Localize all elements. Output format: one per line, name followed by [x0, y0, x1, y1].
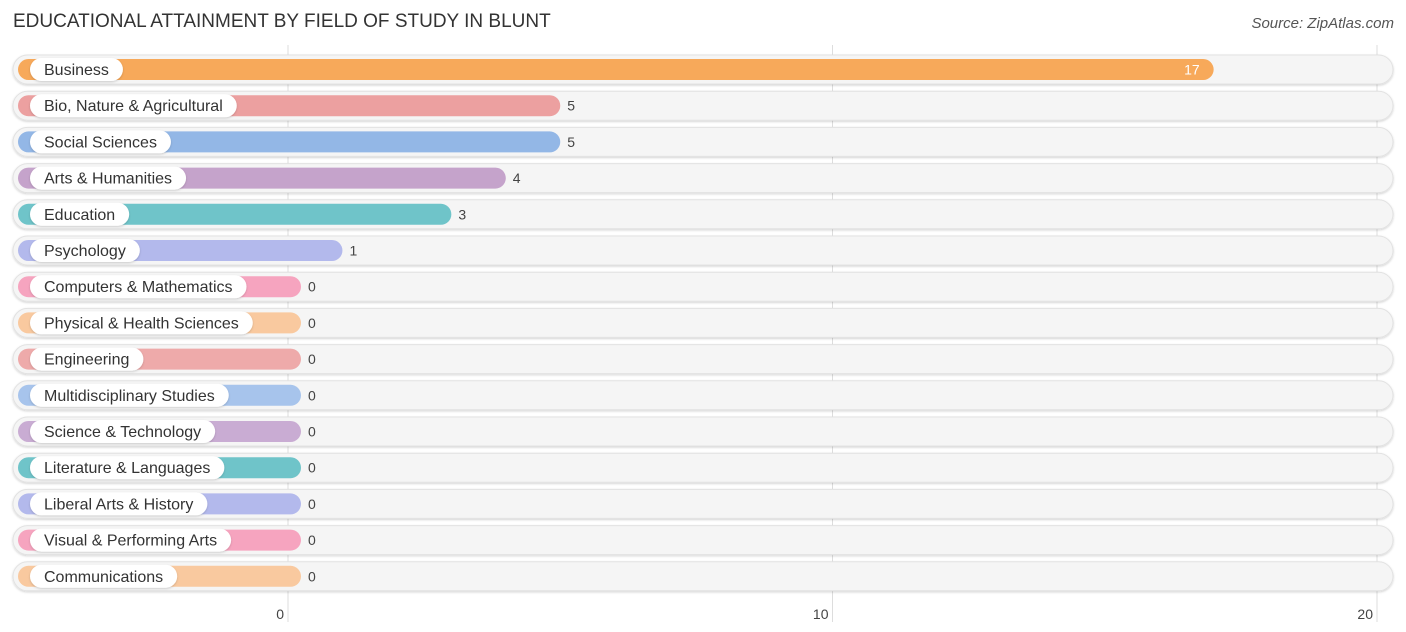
bar-value-label: 0: [308, 315, 316, 331]
bar-row: Engineering 0: [12, 344, 1394, 375]
bar-row: Science & Technology 0: [12, 416, 1394, 447]
x-tick-label: 20: [1357, 606, 1373, 622]
x-tick-label: 10: [813, 606, 829, 622]
bar-category-label: Physical & Health Sciences: [44, 315, 239, 332]
bar-value-label: 5: [567, 134, 575, 150]
bar-category-label: Multidisciplinary Studies: [44, 388, 215, 405]
bar-value-label: 17: [1184, 62, 1200, 78]
bar-value-label: 0: [308, 424, 316, 440]
bar-value-label: 1: [349, 243, 357, 259]
bar-row: Bio, Nature & Agricultural 5: [12, 90, 1394, 121]
bar-value-label: 5: [567, 98, 575, 114]
bar-category-label: Bio, Nature & Agricultural: [44, 98, 223, 115]
bar-value-label: 0: [308, 496, 316, 512]
bar-category-label: Engineering: [44, 352, 129, 369]
bar-value-label: 0: [308, 460, 316, 476]
bar-category-label: Psychology: [44, 243, 126, 260]
bar-row: Arts & Humanities 4: [12, 163, 1394, 194]
bar-category-label: Computers & Mathematics: [44, 279, 233, 296]
bar-value-label: 3: [458, 206, 466, 222]
bar-category-label: Business: [44, 62, 109, 79]
bar-category-label: Visual & Performing Arts: [44, 533, 217, 550]
bar-row: Liberal Arts & History 0: [12, 488, 1394, 519]
bar-value-label: 0: [308, 387, 316, 403]
bar-row: Multidisciplinary Studies 0: [12, 380, 1394, 411]
bar-row: Literature & Languages 0: [12, 452, 1394, 483]
bar-row: Visual & Performing Arts 0: [12, 525, 1394, 556]
bar-row: Education 3: [12, 199, 1394, 230]
bar-category-label: Arts & Humanities: [44, 171, 172, 188]
bar-value-label: 0: [308, 351, 316, 367]
bar-row: Psychology 1: [12, 235, 1394, 266]
bar-category-label: Liberal Arts & History: [44, 496, 193, 513]
bar-value-label: 0: [308, 568, 316, 584]
bar-category-label: Communications: [44, 569, 163, 586]
bar-row: Communications 0: [12, 561, 1394, 592]
bar-category-label: Science & Technology: [44, 424, 201, 441]
bar-row: Computers & Mathematics 0: [12, 271, 1394, 302]
bar-row: Business 17: [12, 54, 1394, 85]
bar-row: Physical & Health Sciences 0: [12, 307, 1394, 338]
bar-value-label: 4: [513, 170, 521, 186]
bar-chart: Business 17Bio, Nature & Agricultural 5Soc…: [12, 45, 1394, 622]
bar-category-label: Social Sciences: [44, 134, 157, 151]
bar-category-label: Literature & Languages: [44, 460, 210, 477]
bar: [18, 59, 1214, 80]
bar-row: Social Sciences 5: [12, 126, 1394, 157]
bar-value-label: 0: [308, 279, 316, 295]
bar-category-label: Education: [44, 207, 115, 224]
x-tick-label: 0: [276, 606, 284, 622]
bar-value-label: 0: [308, 532, 316, 548]
